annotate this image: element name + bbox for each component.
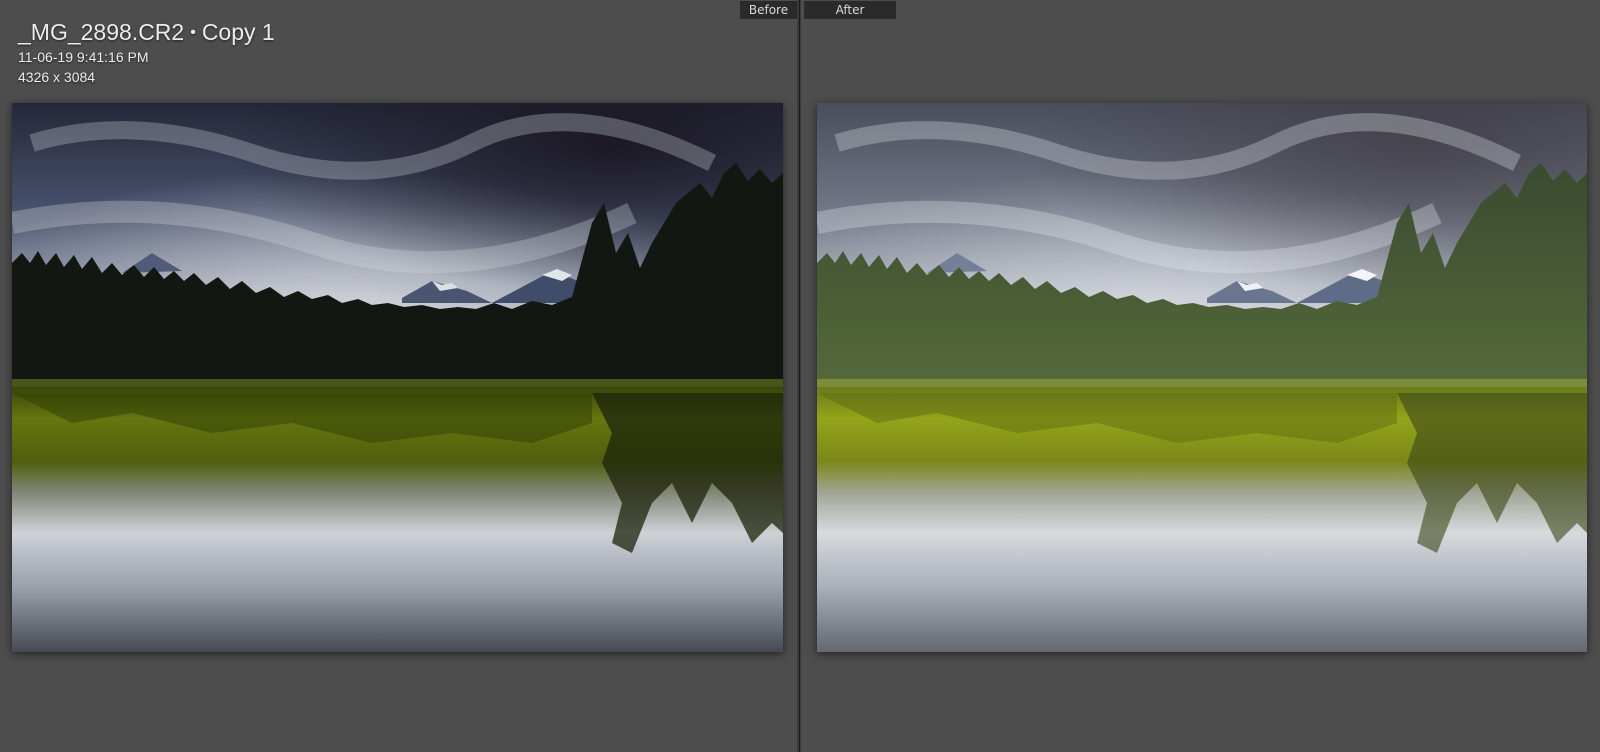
title-separator: • [190, 24, 196, 41]
photo-title: _MG_2898.CR2 • Copy 1 [18, 18, 275, 47]
compare-divider-line [799, 0, 800, 752]
after-landscape-image [817, 103, 1587, 652]
before-photo[interactable] [12, 103, 783, 652]
after-photo[interactable] [817, 103, 1587, 652]
image-dimensions: 4326 x 3084 [18, 69, 96, 85]
before-landscape-image [12, 103, 783, 652]
after-label: After [804, 1, 896, 19]
copy-name: Copy 1 [201, 19, 275, 45]
filename: _MG_2898.CR2 [18, 19, 185, 45]
before-label: Before [740, 1, 797, 19]
photo-info-overlay: _MG_2898.CR2 • Copy 1 11-06-19 9:41:16 PM … [18, 18, 275, 87]
capture-datetime: 11-06-19 9:41:16 PM [18, 49, 149, 65]
